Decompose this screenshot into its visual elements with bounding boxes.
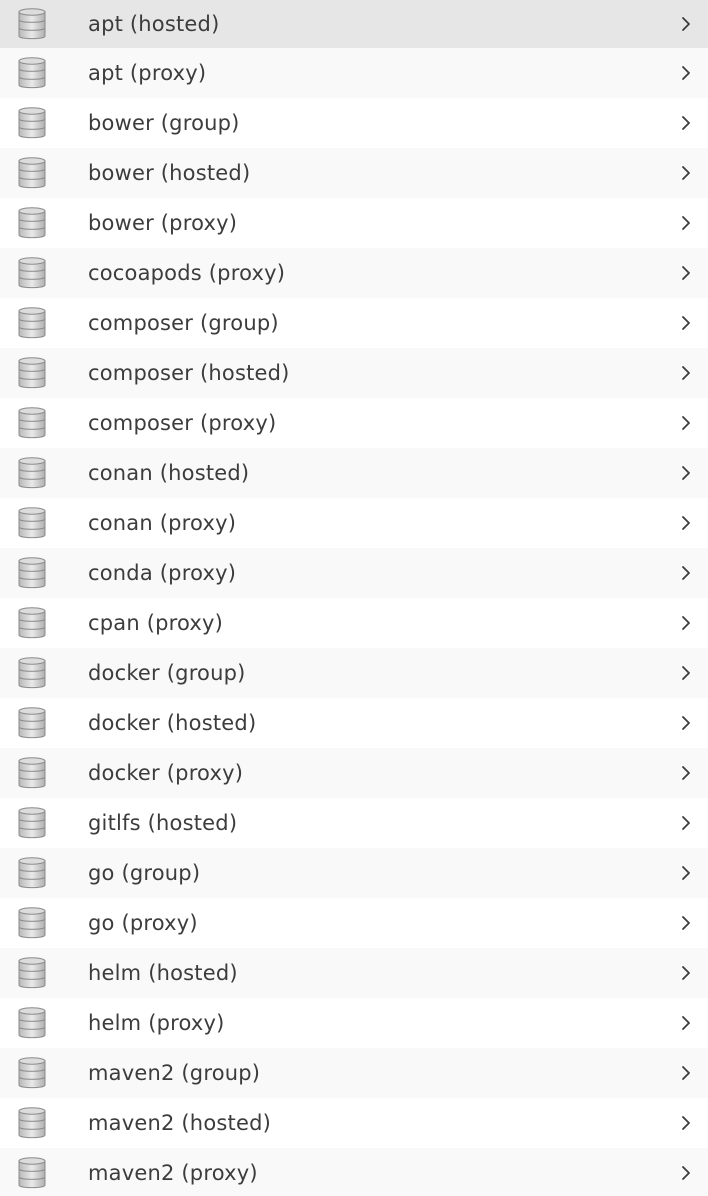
database-icon [17,1056,47,1090]
chevron-right-icon[interactable] [680,264,692,282]
repository-name: go (proxy) [88,911,198,935]
database-icon [17,506,47,540]
chevron-right-icon[interactable] [680,814,692,832]
chevron-right-icon[interactable] [680,714,692,732]
chevron-right-icon[interactable] [680,214,692,232]
repository-row[interactable]: conan (hosted) [0,448,708,498]
database-icon [17,256,47,290]
repository-name: conan (proxy) [88,511,237,535]
database-icon [17,106,47,140]
repository-name: bower (hosted) [88,161,251,185]
chevron-right-icon[interactable] [680,564,692,582]
repository-name: docker (hosted) [88,711,257,735]
chevron-right-icon[interactable] [680,964,692,982]
chevron-right-icon[interactable] [680,1164,692,1182]
chevron-right-icon[interactable] [680,664,692,682]
database-icon [17,606,47,640]
repository-list: apt (hosted) apt (proxy) bower (group) b… [0,0,708,1196]
repository-name: cocoapods (proxy) [88,261,286,285]
repository-name: bower (proxy) [88,211,238,235]
repository-row[interactable]: maven2 (group) [0,1048,708,1098]
chevron-right-icon[interactable] [680,1014,692,1032]
repository-row[interactable]: go (proxy) [0,898,708,948]
repository-row[interactable]: maven2 (hosted) [0,1098,708,1148]
repository-row[interactable]: cocoapods (proxy) [0,248,708,298]
repository-name: composer (proxy) [88,411,277,435]
chevron-right-icon[interactable] [680,864,692,882]
repository-name: helm (proxy) [88,1011,225,1035]
repository-row[interactable]: composer (proxy) [0,398,708,448]
repository-name: go (group) [88,861,201,885]
repository-row[interactable]: composer (group) [0,298,708,348]
repository-name: docker (proxy) [88,761,244,785]
database-icon [17,1106,47,1140]
chevron-right-icon[interactable] [680,614,692,632]
repository-name: apt (hosted) [88,12,220,36]
repository-row[interactable]: conda (proxy) [0,548,708,598]
repository-name: bower (group) [88,111,240,135]
database-icon [17,706,47,740]
repository-name: maven2 (proxy) [88,1161,258,1185]
repository-name: composer (group) [88,311,279,335]
repository-row[interactable]: docker (hosted) [0,698,708,748]
repository-row[interactable]: composer (hosted) [0,348,708,398]
repository-row[interactable]: bower (group) [0,98,708,148]
repository-name: cpan (proxy) [88,611,224,635]
repository-row[interactable]: docker (proxy) [0,748,708,798]
repository-name: maven2 (group) [88,1061,261,1085]
chevron-right-icon[interactable] [680,15,692,33]
database-icon [17,206,47,240]
database-icon [17,906,47,940]
chevron-right-icon[interactable] [680,1064,692,1082]
chevron-right-icon[interactable] [680,414,692,432]
chevron-right-icon[interactable] [680,914,692,932]
database-icon [17,956,47,990]
repository-name: apt (proxy) [88,61,207,85]
database-icon [17,756,47,790]
database-icon [17,656,47,690]
database-icon [17,856,47,890]
chevron-right-icon[interactable] [680,164,692,182]
database-icon [17,1006,47,1040]
repository-name: composer (hosted) [88,361,290,385]
chevron-right-icon[interactable] [680,1114,692,1132]
database-icon [17,356,47,390]
repository-row[interactable]: docker (group) [0,648,708,698]
repository-name: conda (proxy) [88,561,237,585]
repository-row[interactable]: apt (proxy) [0,48,708,98]
repository-name: helm (hosted) [88,961,238,985]
repository-name: maven2 (hosted) [88,1111,271,1135]
repository-row[interactable]: helm (proxy) [0,998,708,1048]
chevron-right-icon[interactable] [680,464,692,482]
database-icon [17,7,47,41]
repository-name: docker (group) [88,661,246,685]
repository-row[interactable]: helm (hosted) [0,948,708,998]
repository-row[interactable]: bower (proxy) [0,198,708,248]
repository-name: conan (hosted) [88,461,250,485]
repository-name: gitlfs (hosted) [88,811,238,835]
chevron-right-icon[interactable] [680,514,692,532]
database-icon [17,806,47,840]
chevron-right-icon[interactable] [680,64,692,82]
database-icon [17,56,47,90]
database-icon [17,406,47,440]
repository-row[interactable]: gitlfs (hosted) [0,798,708,848]
repository-row[interactable]: cpan (proxy) [0,598,708,648]
database-icon [17,556,47,590]
database-icon [17,1156,47,1190]
chevron-right-icon[interactable] [680,364,692,382]
database-icon [17,306,47,340]
repository-row[interactable]: bower (hosted) [0,148,708,198]
chevron-right-icon[interactable] [680,764,692,782]
chevron-right-icon[interactable] [680,114,692,132]
database-icon [17,156,47,190]
repository-row[interactable]: maven2 (proxy) [0,1148,708,1196]
repository-row[interactable]: go (group) [0,848,708,898]
repository-row[interactable]: conan (proxy) [0,498,708,548]
repository-row[interactable]: apt (hosted) [0,0,708,48]
database-icon [17,456,47,490]
chevron-right-icon[interactable] [680,314,692,332]
